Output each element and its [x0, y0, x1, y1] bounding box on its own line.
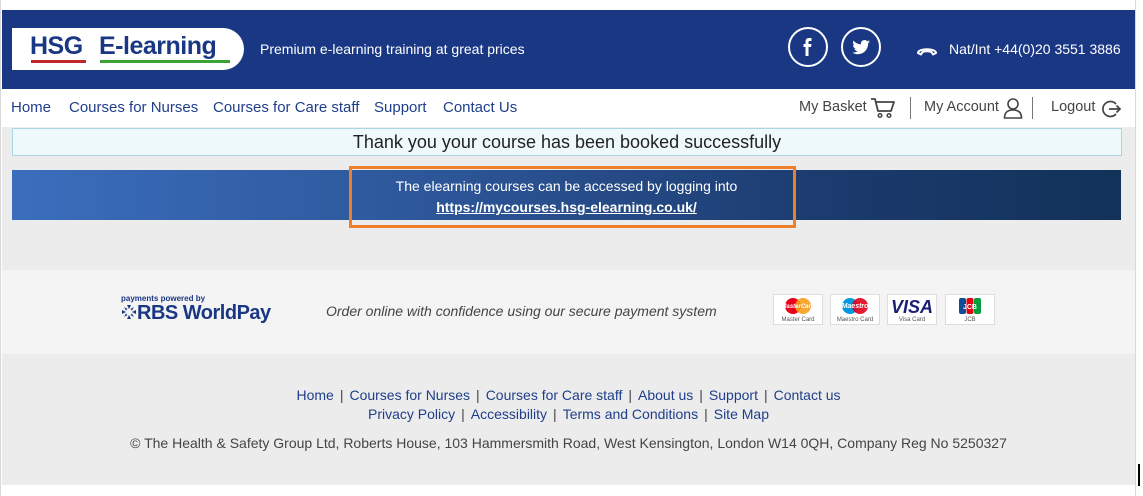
- svg-text:JCB: JCB: [963, 304, 977, 311]
- footer-link-about-us[interactable]: About us: [638, 387, 693, 403]
- footer-separator: |: [476, 387, 480, 403]
- footer-link-courses-care-staff[interactable]: Courses for Care staff: [486, 387, 623, 403]
- logo-hsg-text: HSG: [30, 32, 83, 60]
- footer-link-terms[interactable]: Terms and Conditions: [563, 406, 698, 422]
- footer-separator: |: [704, 406, 708, 422]
- rbs-worldpay-text: RBS WorldPay: [137, 302, 271, 324]
- footer-link-home[interactable]: Home: [296, 387, 333, 403]
- footer-separator: |: [699, 387, 703, 403]
- my-account-link[interactable]: My Account: [924, 99, 999, 115]
- svg-text:VISA: VISA: [891, 297, 933, 317]
- highlight-box: [349, 166, 796, 228]
- footer-link-privacy-policy[interactable]: Privacy Policy: [368, 406, 455, 422]
- footer-link-accessibility[interactable]: Accessibility: [471, 406, 547, 422]
- maestro-icon: Maestro Maestro Card: [830, 294, 880, 325]
- logout-icon[interactable]: [1101, 99, 1122, 124]
- logo-green-underline: [100, 60, 230, 63]
- footer-separator: |: [553, 406, 557, 422]
- footer-separator: |: [461, 406, 465, 422]
- user-icon[interactable]: [1003, 97, 1023, 124]
- secure-payment-text: Order online with confidence using our s…: [326, 303, 717, 319]
- mastercard-icon: MasterCard Master Card: [773, 294, 823, 325]
- rbs-daisy-icon: [122, 305, 136, 319]
- footer-links-row-1: Home | Courses for Nurses | Courses for Care…: [2, 387, 1135, 403]
- visa-label: Visa Card: [898, 317, 926, 323]
- phone-number[interactable]: Nat/Int +44(0)20 3551 3886: [949, 41, 1121, 57]
- jcb-label: JCB: [964, 317, 976, 323]
- mastercard-label: Master Card: [781, 317, 815, 323]
- footer-separator: |: [628, 387, 633, 403]
- site-logo[interactable]: HSG E-learning: [12, 28, 244, 70]
- rbs-worldpay-logo: RBS WorldPay: [121, 302, 271, 325]
- footer-link-contact-us[interactable]: Contact us: [774, 387, 841, 403]
- twitter-icon[interactable]: [841, 27, 881, 67]
- booking-success-message: Thank you your course has been booked su…: [12, 128, 1122, 156]
- text-cursor: [1138, 464, 1140, 486]
- header-tagline: Premium e-learning training at great pri…: [260, 41, 525, 57]
- svg-text:MasterCard: MasterCard: [781, 304, 814, 310]
- copyright-text: © The Health & Safety Group Ltd, Roberts…: [130, 435, 1007, 451]
- visa-icon: VISA Visa Card: [887, 294, 937, 325]
- page: HSG E-learning Premium e-learning traini…: [0, 0, 1136, 496]
- footer-separator: |: [763, 387, 768, 403]
- footer-link-site-map[interactable]: Site Map: [714, 406, 769, 422]
- maestro-label: Maestro Card: [836, 317, 874, 323]
- jcb-icon: JCB JCB: [945, 294, 995, 325]
- main-nav: Home Courses for Nurses Courses for Care…: [2, 89, 1135, 127]
- footer-links-row-2: Privacy Policy | Accessibility | Terms and C…: [2, 406, 1135, 422]
- footer-link-courses-nurses[interactable]: Courses for Nurses: [349, 387, 470, 403]
- nav-courses-nurses[interactable]: Courses for Nurses: [69, 99, 198, 116]
- phone-icon: [916, 44, 938, 62]
- nav-courses-care-staff[interactable]: Courses for Care staff: [213, 99, 359, 116]
- svg-text:Maestro: Maestro: [842, 303, 870, 310]
- footer-link-support[interactable]: Support: [709, 387, 758, 403]
- nav-divider: [910, 97, 911, 119]
- footer-separator: |: [339, 387, 344, 403]
- site-header: HSG E-learning Premium e-learning traini…: [2, 10, 1135, 89]
- logo-red-underline: [31, 60, 86, 63]
- logo-elearning-text: E-learning: [99, 32, 217, 60]
- logout-link[interactable]: Logout: [1051, 99, 1095, 115]
- site-footer: Home | Courses for Nurses | Courses for Care…: [2, 354, 1135, 485]
- my-basket-link[interactable]: My Basket: [799, 99, 867, 115]
- facebook-icon[interactable]: [788, 27, 828, 67]
- nav-home[interactable]: Home: [11, 99, 51, 116]
- nav-divider: [1032, 97, 1033, 119]
- nav-support[interactable]: Support: [374, 99, 427, 116]
- nav-contact-us[interactable]: Contact Us: [443, 99, 517, 116]
- cart-icon[interactable]: [870, 97, 896, 124]
